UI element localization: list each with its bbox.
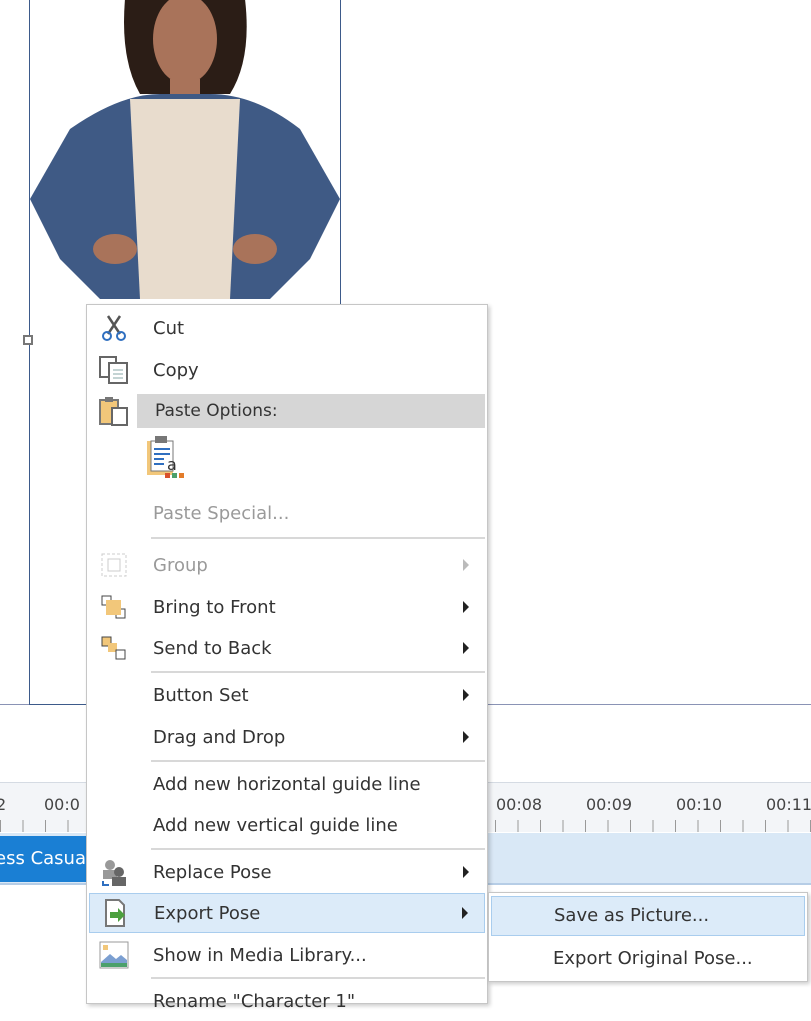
send-to-back-icon (89, 634, 139, 662)
media-library-icon (89, 940, 139, 970)
timeline-clip[interactable]: ess Casua (0, 836, 86, 882)
menu-label: Group (153, 554, 208, 576)
submenu-arrow-icon (463, 689, 469, 701)
separator (151, 537, 485, 539)
menu-item-button-set[interactable]: Button Set (89, 675, 485, 715)
menu-label: Paste Special... (153, 502, 290, 524)
submenu-arrow-icon (463, 731, 469, 743)
menu-item-replace-pose[interactable]: Replace Pose (89, 852, 485, 892)
submenu-arrow-icon (462, 907, 468, 919)
separator (151, 671, 485, 673)
submenu-arrow-icon (463, 642, 469, 654)
menu-item-group[interactable]: Group (89, 545, 485, 585)
menu-label: Replace Pose (153, 861, 272, 883)
copy-icon (89, 355, 139, 385)
time-label: 00:09 (586, 795, 633, 814)
submenu-arrow-icon (463, 866, 469, 878)
time-label: 00:10 (676, 795, 723, 814)
time-label: 00:08 (496, 795, 543, 814)
submenu-arrow-icon (463, 559, 469, 571)
bring-to-front-icon (89, 593, 139, 621)
separator (151, 760, 485, 762)
submenu-arrow-icon (463, 601, 469, 613)
menu-item-add-horizontal-guide[interactable]: Add new horizontal guide line (89, 764, 485, 804)
menu-label: Export Pose (154, 902, 261, 924)
menu-item-paste-special[interactable]: Paste Special... (89, 493, 485, 533)
menu-label: Copy (153, 359, 199, 381)
time-label: 00:0 (44, 795, 80, 814)
menu-label: Rename "Character 1" (153, 990, 356, 1012)
menu-item-bring-to-front[interactable]: Bring to Front (89, 587, 485, 627)
clip-label: ess Casua (0, 848, 86, 869)
paste-keep-text-only-icon[interactable]: a (145, 435, 187, 483)
context-menu: Cut Copy Paste Options: a Paste Special.… (86, 304, 488, 1012)
menu-item-rename[interactable]: Rename "Character 1" (89, 981, 485, 1021)
paste-options-header: Paste Options: (137, 394, 485, 428)
menu-item-send-to-back[interactable]: Send to Back (89, 628, 485, 668)
menu-label: Add new horizontal guide line (153, 773, 421, 795)
menu-item-show-in-media-library[interactable]: Show in Media Library... (89, 935, 485, 975)
resize-handle[interactable] (23, 335, 33, 345)
menu-label: Send to Back (153, 637, 272, 659)
export-pose-icon (90, 898, 140, 928)
menu-item-copy[interactable]: Copy (89, 350, 485, 390)
group-icon (89, 551, 139, 579)
time-label: 00:11 (766, 795, 811, 814)
menu-item-export-pose[interactable]: Export Pose (89, 893, 485, 933)
separator (151, 977, 485, 979)
replace-pose-icon (89, 857, 139, 887)
menu-label: Bring to Front (153, 596, 276, 618)
menu-item-save-as-picture[interactable]: Save as Picture... (491, 896, 805, 936)
menu-label: Show in Media Library... (153, 944, 367, 966)
menu-item-drag-and-drop[interactable]: Drag and Drop (89, 717, 485, 757)
scissors-icon (89, 314, 139, 342)
svg-text:a: a (167, 455, 177, 474)
menu-label: Add new vertical guide line (153, 814, 398, 836)
menu-item-add-vertical-guide[interactable]: Add new vertical guide line (89, 805, 485, 845)
menu-label: Button Set (153, 684, 249, 706)
menu-item-export-original-pose[interactable]: Export Original Pose... (491, 939, 805, 979)
paste-icon (89, 396, 139, 426)
paste-icon-cell (89, 391, 139, 431)
time-label: 2 (0, 795, 7, 814)
menu-label: Drag and Drop (153, 726, 286, 748)
separator (151, 848, 485, 850)
export-pose-submenu: Save as Picture... Export Original Pose.… (488, 892, 808, 982)
menu-label: Cut (153, 317, 185, 339)
menu-item-cut[interactable]: Cut (89, 308, 485, 348)
